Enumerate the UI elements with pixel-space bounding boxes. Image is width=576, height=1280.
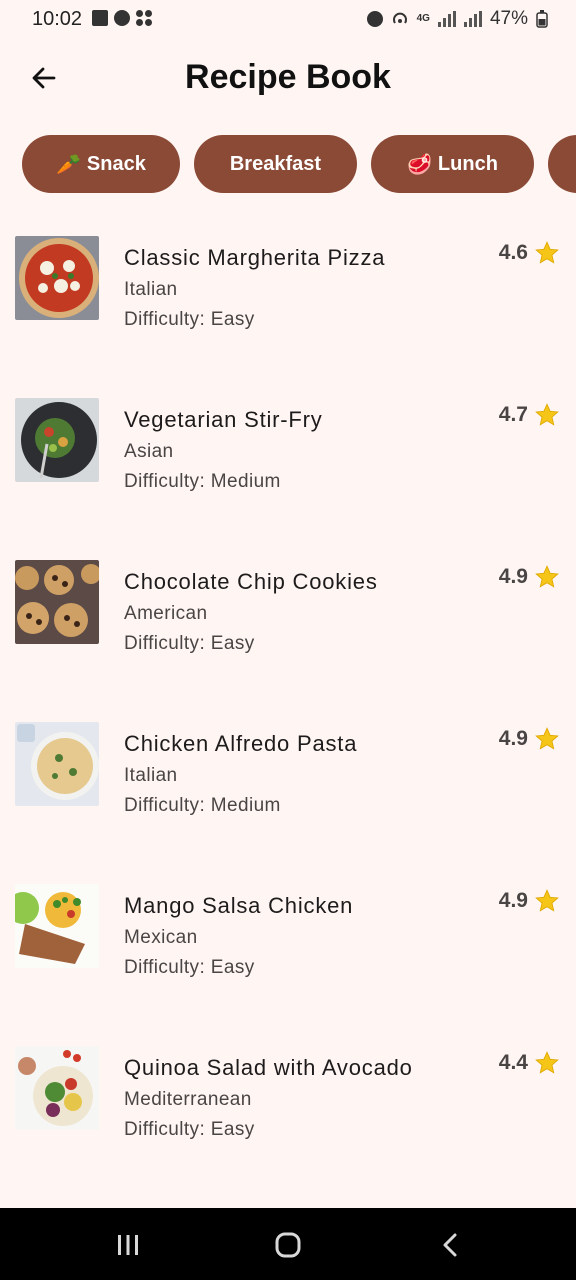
recipe-rating: 4.9 [499,564,560,590]
home-icon [275,1232,301,1258]
recipe-difficulty: Difficulty: Easy [124,957,255,978]
category-chips: 🥕 Snack Breakfast 🥩 Lunch [22,135,576,195]
page-title: Recipe Book [185,58,391,96]
image-icon [92,10,108,26]
recipe-item[interactable]: Vegetarian Stir-Fry Asian Difficulty: Me… [0,398,576,560]
recipe-cuisine: Italian [124,279,178,300]
chip-label: Snack [86,152,146,175]
recipe-item[interactable]: Quinoa Salad with Avocado Mediterranean … [0,1046,576,1208]
recents-button[interactable] [108,1230,148,1260]
recipe-item[interactable]: Mango Salsa Chicken Mexican Difficulty: … [0,884,576,1046]
recipe-rating: 4.7 [499,402,560,428]
recipe-item[interactable]: Chicken Alfredo Pasta Italian Difficulty… [0,722,576,884]
rating-value: 4.9 [498,727,528,750]
star-icon [535,1051,559,1074]
recipe-cuisine: Asian [124,441,174,462]
carrot-icon: 🥕 [56,153,81,176]
status-notification-icons [92,10,152,26]
rating-value: 4.6 [498,241,528,264]
chip-breakfast[interactable]: Breakfast [193,135,358,193]
recipe-thumbnail [15,398,99,482]
rating-value: 4.4 [498,1051,528,1074]
recipe-name: Chicken Alfredo Pasta [124,731,358,756]
recipe-rating: 4.4 [499,1050,560,1076]
recipe-name: Classic Margherita Pizza [124,245,386,270]
recipe-item[interactable]: Chocolate Chip Cookies American Difficul… [0,560,576,722]
recipe-name: Mango Salsa Chicken [124,893,354,918]
rating-value: 4.9 [498,889,528,912]
recipe-text: Classic Margherita Pizza Italian Difficu… [124,244,385,332]
status-time: 10:02 [32,8,83,30]
recipe-rating: 4.6 [499,240,560,266]
recipe-name: Quinoa Salad with Avocado [124,1055,413,1080]
star-icon [535,403,559,426]
cookies-image [15,560,99,644]
recipe-list: Classic Margherita Pizza Italian Difficu… [0,236,576,1208]
recipe-difficulty: Difficulty: Easy [124,1119,255,1140]
chevron-left-icon [443,1233,457,1257]
recipe-item[interactable]: Classic Margherita Pizza Italian Difficu… [0,236,576,398]
recipe-text: Chocolate Chip Cookies American Difficul… [124,568,378,656]
rating-value: 4.9 [498,565,528,588]
recipe-text: Quinoa Salad with Avocado Mediterranean … [124,1054,413,1142]
recipe-difficulty: Difficulty: Medium [124,795,281,816]
star-icon [535,727,559,750]
chip-label: Breakfast [229,152,322,175]
alarm-icon [366,11,383,27]
recipe-cuisine: Mexican [124,927,198,948]
quinoa-salad-image [15,1046,99,1130]
chip-next[interactable] [547,135,576,193]
meat-icon: 🥩 [407,153,432,176]
app-bar: Recipe Book [0,44,576,114]
signal-icon [437,11,456,27]
rating-value: 4.7 [498,403,528,426]
pizza-image [15,236,99,320]
recipe-thumbnail [15,560,99,644]
chip-snack[interactable]: 🥕 Snack [22,135,180,193]
pasta-image [15,722,99,806]
back-nav-button[interactable] [430,1230,470,1260]
star-icon [535,565,559,588]
recipe-text: Vegetarian Stir-Fry Asian Difficulty: Me… [124,406,323,494]
recipe-cuisine: Mediterranean [124,1089,252,1110]
recipe-thumbnail [15,236,99,320]
recipe-text: Mango Salsa Chicken Mexican Difficulty: … [124,892,353,980]
battery-percent: 47% [489,8,528,29]
alarm-icon [114,10,130,26]
recipe-difficulty: Difficulty: Easy [124,309,255,330]
status-bar: 10:02 4G 47% [0,0,576,44]
recipe-cuisine: American [124,603,208,624]
network-type-label: 4G [416,13,430,24]
apps-icon [136,10,152,26]
recipe-thumbnail [15,1046,99,1130]
hotspot-icon [392,12,407,24]
recipe-name: Vegetarian Stir-Fry [124,407,323,432]
chip-lunch[interactable]: 🥩 Lunch [371,135,534,193]
recipe-name: Chocolate Chip Cookies [124,569,378,594]
recipe-thumbnail [15,884,99,968]
signal-icon-2 [463,11,482,27]
home-button[interactable] [268,1230,308,1260]
recipe-difficulty: Difficulty: Easy [124,633,255,654]
recipe-text: Chicken Alfredo Pasta Italian Difficulty… [124,730,357,818]
star-icon [535,889,559,912]
mango-chicken-image [15,884,99,968]
recipe-cuisine: Italian [124,765,178,786]
star-icon [535,241,559,264]
status-system-icons: 4G 47% [366,8,548,30]
chip-label: Lunch [437,152,498,175]
recipe-rating: 4.9 [499,888,560,914]
recipe-difficulty: Difficulty: Medium [124,471,281,492]
recipe-thumbnail [15,722,99,806]
battery-icon [536,10,548,28]
recipe-rating: 4.9 [499,726,560,752]
stir-fry-image [15,398,99,482]
system-nav-bar [0,1208,576,1280]
recents-icon [118,1235,138,1255]
